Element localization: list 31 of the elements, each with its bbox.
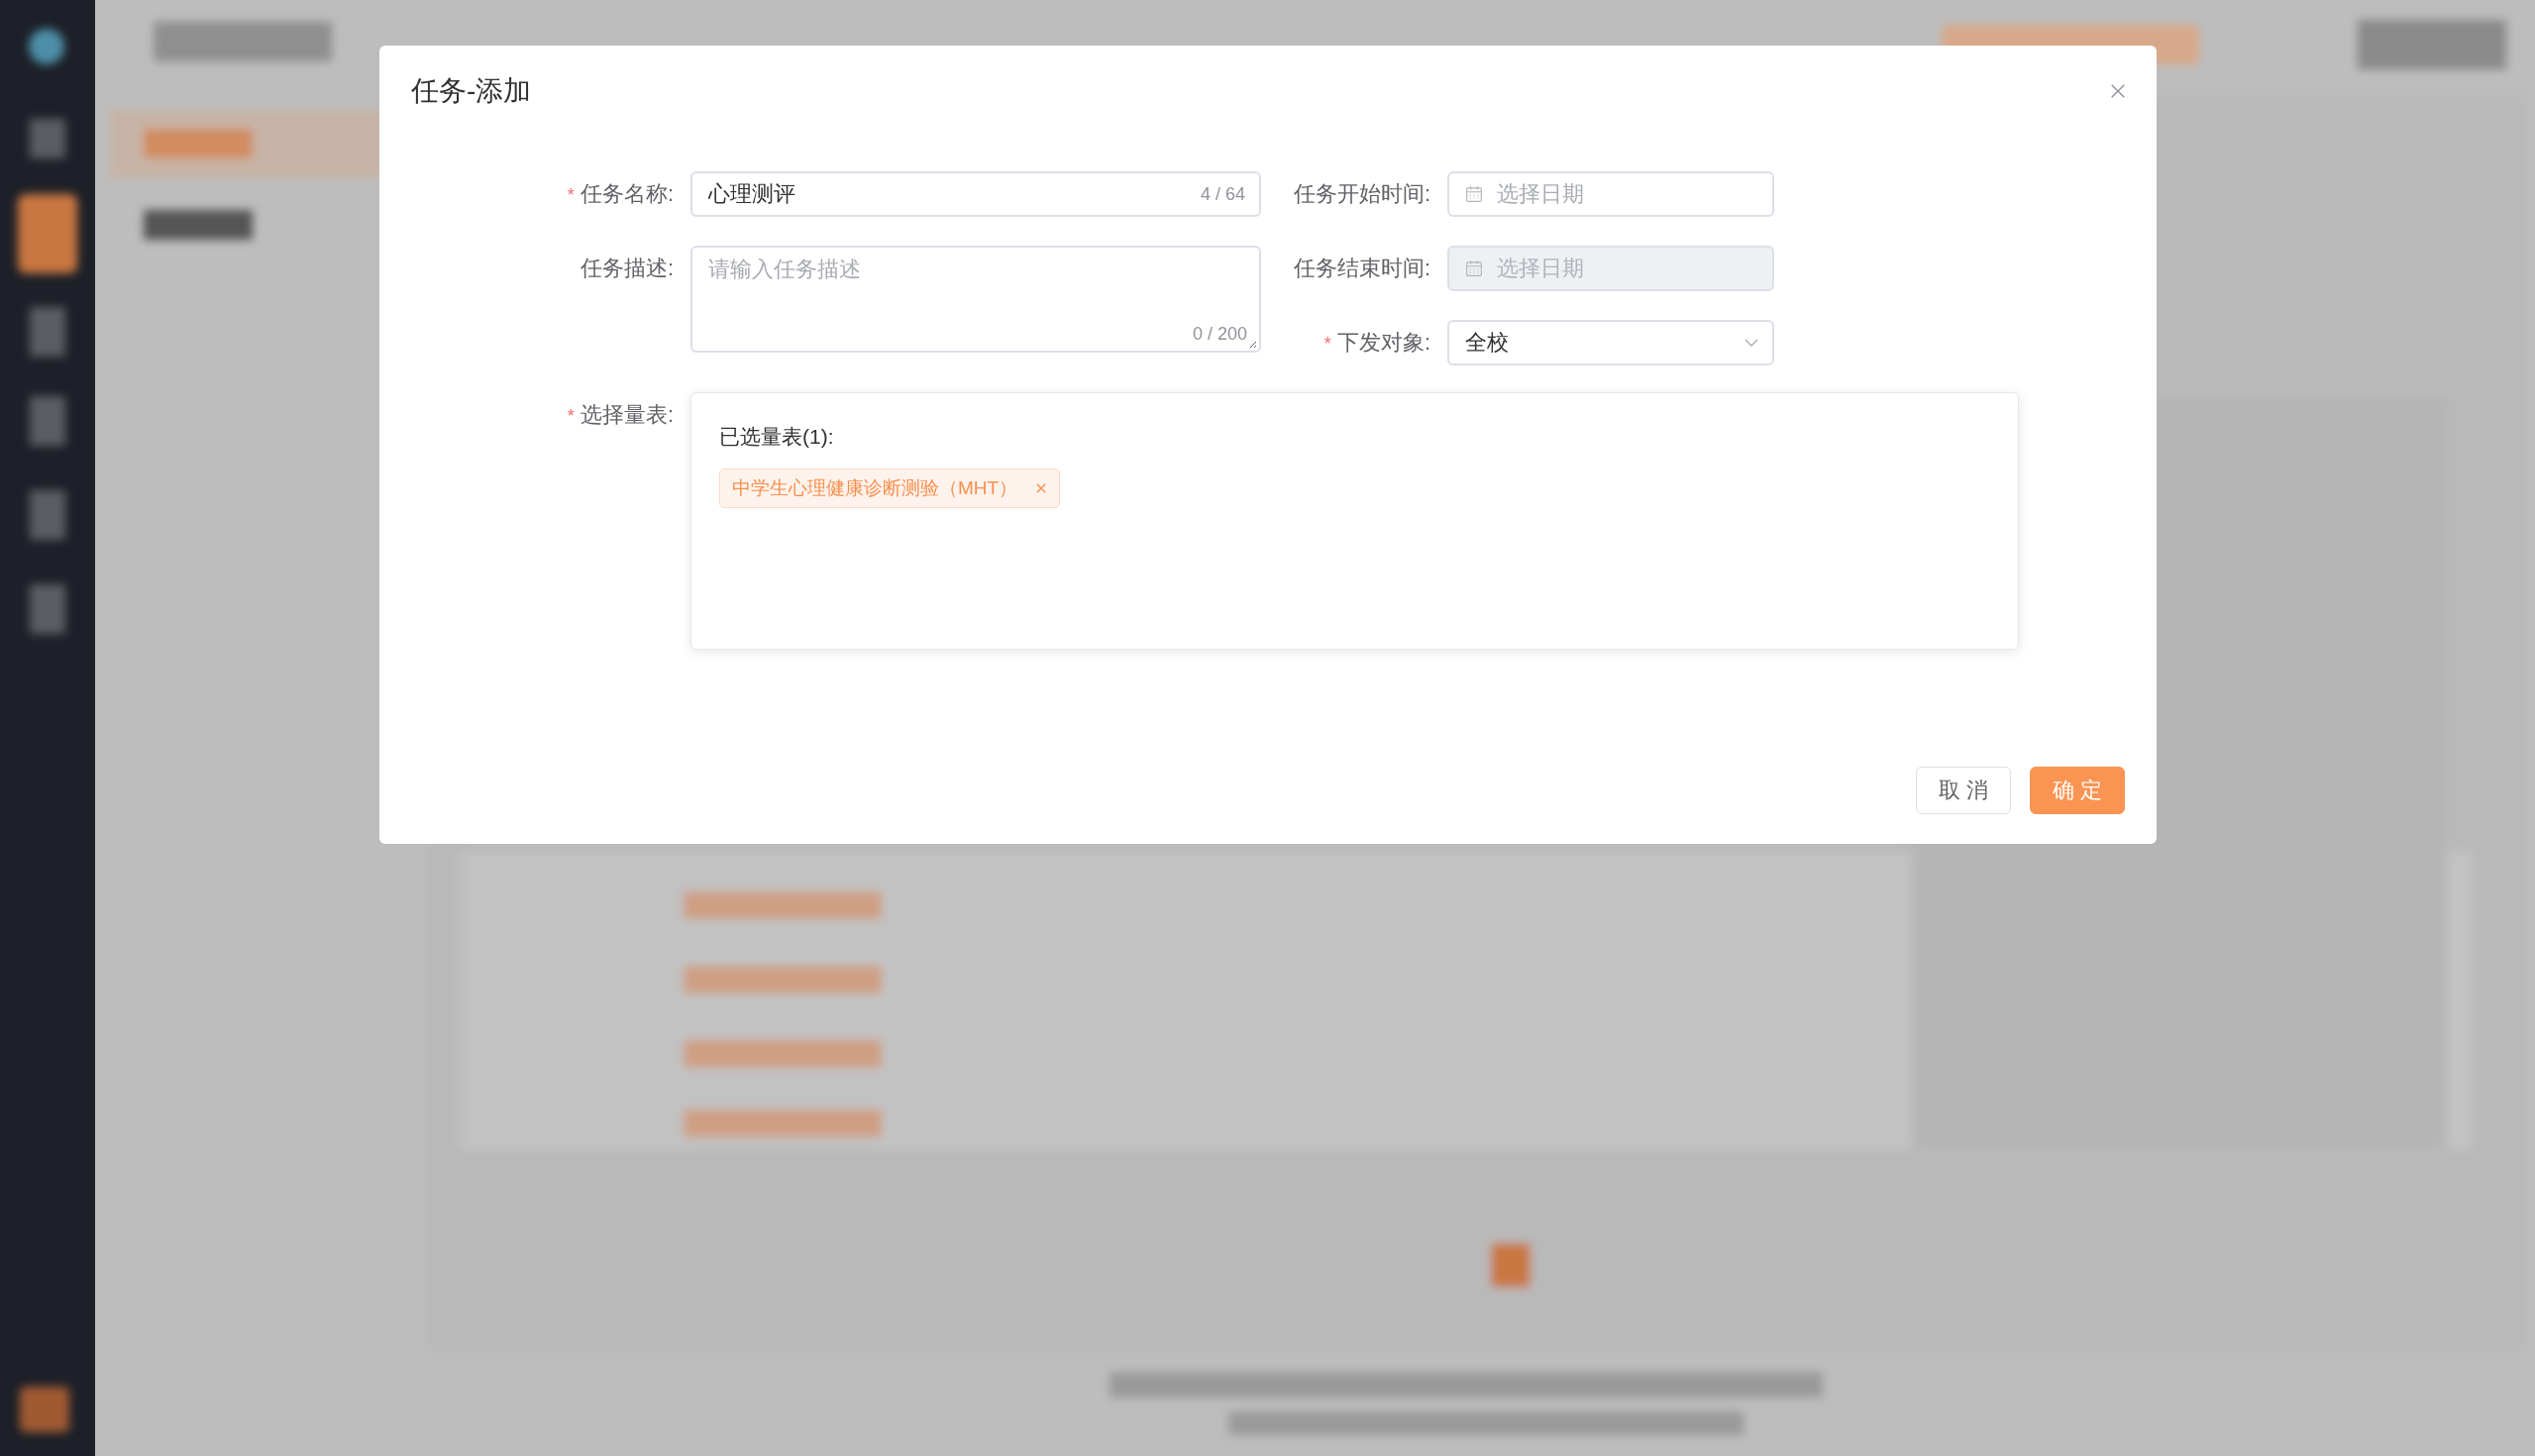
- form-label: 选择量表:: [580, 402, 674, 427]
- placeholder-text: 请输入任务描述: [708, 256, 862, 283]
- field-value: 心理测评: [708, 180, 796, 208]
- start-date-field[interactable]: 选择日期: [1447, 171, 1774, 217]
- field-value: 全校: [1465, 329, 1510, 357]
- calendar-icon: [1465, 185, 1483, 203]
- placeholder-text: 选择日期: [1497, 180, 1585, 208]
- close-icon[interactable]: [1035, 482, 1048, 494]
- target-select[interactable]: 全校: [1447, 320, 1774, 365]
- required-mark: *: [567, 185, 575, 205]
- form-label: 任务开始时间:: [1293, 181, 1430, 206]
- calendar-icon: [1465, 260, 1483, 277]
- chevron-down-icon: [1744, 339, 1758, 347]
- required-mark: *: [1323, 334, 1331, 354]
- confirm-button[interactable]: 确 定: [2029, 767, 2125, 814]
- selected-scales-heading: 已选量表(1):: [719, 424, 835, 450]
- form-label: 下发对象:: [1336, 330, 1430, 355]
- dialog-title: 任务-添加: [411, 74, 532, 108]
- task-name-field[interactable]: 心理测评 4 / 64: [690, 171, 1261, 217]
- close-icon[interactable]: [2109, 82, 2127, 100]
- form-label: 任务结束时间:: [1293, 256, 1430, 280]
- description-field[interactable]: 请输入任务描述 0 / 200: [690, 246, 1261, 353]
- resize-handle-icon[interactable]: [1247, 339, 1257, 349]
- character-count: 0 / 200: [1192, 324, 1247, 345]
- required-mark: *: [567, 406, 575, 426]
- form-label: 任务描述:: [580, 256, 674, 280]
- character-count: 4 / 64: [1200, 183, 1245, 205]
- placeholder-text: 选择日期: [1497, 255, 1585, 282]
- scale-tag: 中学生心理健康诊断测验（MHT）: [719, 468, 1061, 508]
- form-label: 任务名称:: [580, 181, 674, 206]
- cancel-button[interactable]: 取 消: [1915, 767, 2011, 814]
